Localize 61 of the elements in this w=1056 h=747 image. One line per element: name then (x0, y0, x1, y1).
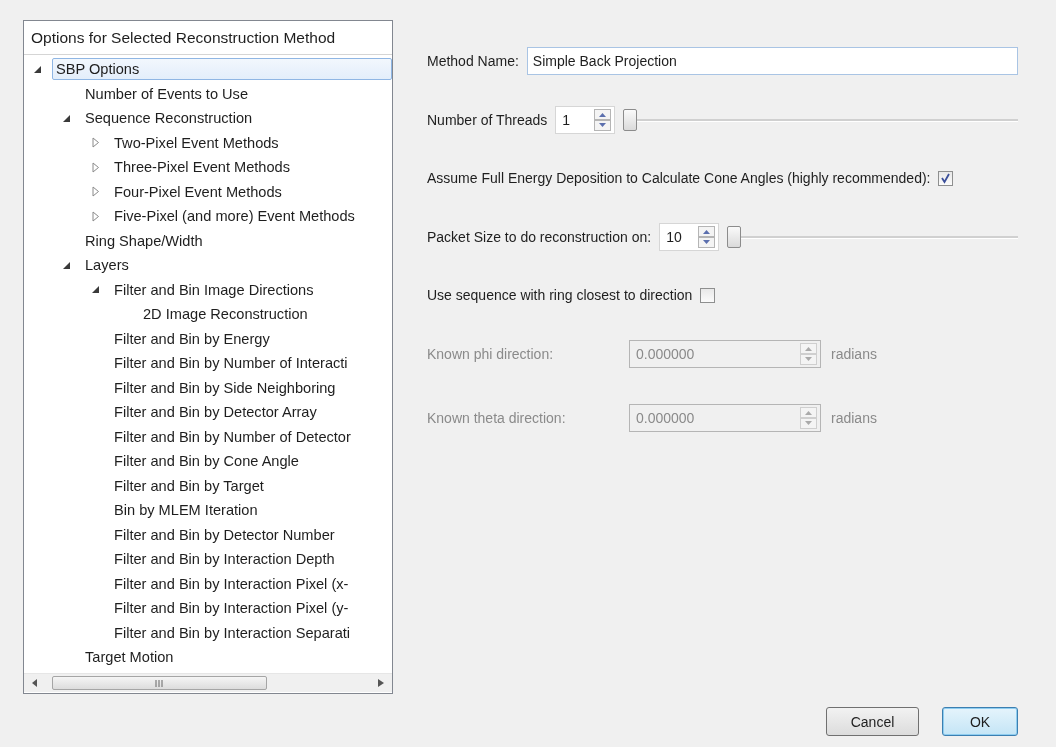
scroll-thumb[interactable] (52, 676, 267, 690)
tree-item[interactable]: 2D Image Reconstruction (139, 303, 313, 326)
method-name-field[interactable]: Simple Back Projection (526, 47, 1018, 75)
tree-item[interactable]: Filter and Bin by Number of Detector (110, 425, 356, 448)
tree-item[interactable]: Target Motion (81, 646, 179, 669)
slider[interactable] (623, 106, 1018, 133)
tree-item[interactable]: Sequence Reconstruction (81, 107, 258, 130)
slider-thumb[interactable] (623, 108, 638, 131)
collapsed-triangle-icon[interactable] (91, 210, 100, 222)
expanded-triangle-icon[interactable] (62, 260, 71, 270)
tree-item[interactable]: Number of Events to Use (81, 82, 254, 105)
tree-item[interactable]: Three-Pixel Event Methods (110, 156, 296, 179)
slider-thumb[interactable] (727, 225, 742, 248)
field-label: Number of Threads (427, 111, 548, 128)
checkbox[interactable] (700, 287, 716, 303)
tree-item[interactable]: Two-Pixel Event Methods (110, 131, 284, 154)
spin-arrows-icon[interactable] (594, 108, 612, 131)
collapsed-triangle-icon[interactable] (91, 137, 100, 149)
tree-item[interactable]: Filter and Bin by Energy (110, 327, 275, 350)
tree-item[interactable]: Filter and Bin by Detector Array (110, 401, 322, 424)
expanded-triangle-icon[interactable] (33, 64, 42, 74)
spin-arrows-icon[interactable] (800, 406, 817, 429)
tree-item[interactable]: Filter and Bin by Interaction Separati (110, 621, 356, 644)
tree-item[interactable]: Filter and Bin Image Directions (110, 278, 319, 301)
spin-box[interactable]: 1 (555, 105, 616, 134)
spin-arrows-icon[interactable] (800, 342, 817, 365)
spin-box[interactable]: 10 (659, 222, 720, 251)
tree-item[interactable]: SBP Options (52, 58, 392, 81)
tree-item[interactable]: Four-Pixel Event Methods (110, 180, 287, 203)
tree-item[interactable]: Filter and Bin by Interaction Pixel (x- (110, 572, 354, 595)
scroll-left-icon[interactable] (32, 679, 38, 687)
field-label: Known theta direction: (427, 409, 567, 426)
dialog-button[interactable]: OK (942, 707, 1018, 736)
tree-item[interactable]: Filter and Bin by Target (110, 474, 269, 497)
field-label: Method Name: (427, 53, 519, 69)
checkbox-label: Use sequence with ring closest to direction (427, 287, 693, 303)
tree-item[interactable]: Filter and Bin by Interaction Depth (110, 548, 340, 571)
spin-arrows-icon[interactable] (698, 225, 716, 248)
unit-label: radians (831, 345, 877, 362)
horizontal-scrollbar[interactable] (24, 673, 392, 692)
tree-item[interactable]: Filter and Bin by Side Neighboring (110, 376, 341, 399)
expanded-triangle-icon[interactable] (62, 113, 71, 123)
tree-item[interactable]: Filter and Bin by Cone Angle (110, 450, 304, 473)
tree-item[interactable]: Five-Pixel (and more) Event Methods (110, 205, 360, 228)
collapsed-triangle-icon[interactable] (91, 186, 100, 198)
checkbox-label: Assume Full Energy Deposition to Calculate Cone Angles (highly recommended): (427, 170, 931, 186)
checkbox[interactable] (938, 170, 954, 186)
unit-label: radians (831, 409, 877, 426)
tree-item[interactable]: Ring Shape/Width (81, 229, 208, 252)
dialog-button[interactable]: Cancel (826, 707, 919, 736)
expanded-triangle-icon[interactable] (91, 285, 100, 295)
tree-item[interactable]: Filter and Bin by Number of Interacti (110, 352, 353, 375)
field-label: Known phi direction: (427, 345, 555, 362)
tree-item[interactable]: Bin by MLEM Iteration (110, 499, 263, 522)
tree-item[interactable]: Filter and Bin by Interaction Pixel (y- (110, 597, 354, 620)
field-label: Packet Size to do reconstruction on: (427, 228, 652, 245)
collapsed-triangle-icon[interactable] (91, 161, 100, 173)
scroll-right-icon[interactable] (378, 679, 384, 687)
tree-item[interactable]: Layers (81, 254, 134, 277)
tree-item[interactable]: Filter and Bin by Detector Number (110, 523, 340, 546)
slider[interactable] (727, 223, 1018, 250)
